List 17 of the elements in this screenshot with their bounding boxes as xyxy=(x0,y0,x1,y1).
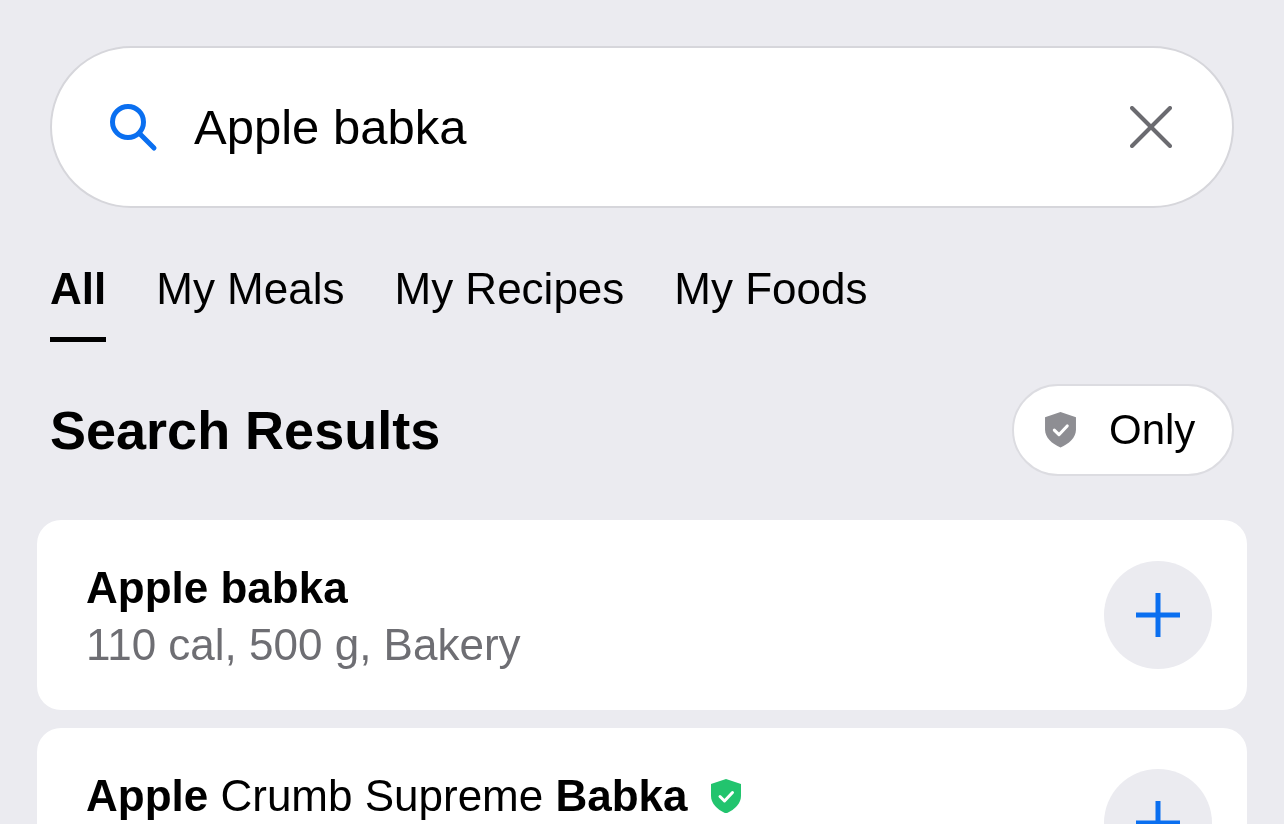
food-name: Apple Crumb Supreme Babka xyxy=(86,772,688,820)
food-result-card[interactable]: Apple babka 110 cal, 500 g, Bakery xyxy=(37,520,1247,710)
tab[interactable]: My Meals xyxy=(156,264,345,342)
plus-icon xyxy=(1135,592,1181,638)
search-icon xyxy=(108,102,158,152)
clear-button[interactable] xyxy=(1130,106,1172,148)
food-name: Apple babka xyxy=(86,564,348,612)
tab[interactable]: All xyxy=(50,264,107,342)
search-field[interactable]: Apple babka xyxy=(50,46,1234,208)
verified-filter-button[interactable]: Only xyxy=(1012,384,1234,476)
section-heading: Search Results xyxy=(50,399,441,462)
shield-check-icon xyxy=(1044,412,1077,448)
close-icon xyxy=(1130,106,1172,148)
food-result-card[interactable]: Apple Crumb Supreme Babka xyxy=(37,728,1247,824)
food-details: 110 cal, 500 g, Bakery xyxy=(86,620,521,670)
tab[interactable]: My Recipes xyxy=(394,264,625,342)
tab[interactable]: My Foods xyxy=(674,264,868,342)
